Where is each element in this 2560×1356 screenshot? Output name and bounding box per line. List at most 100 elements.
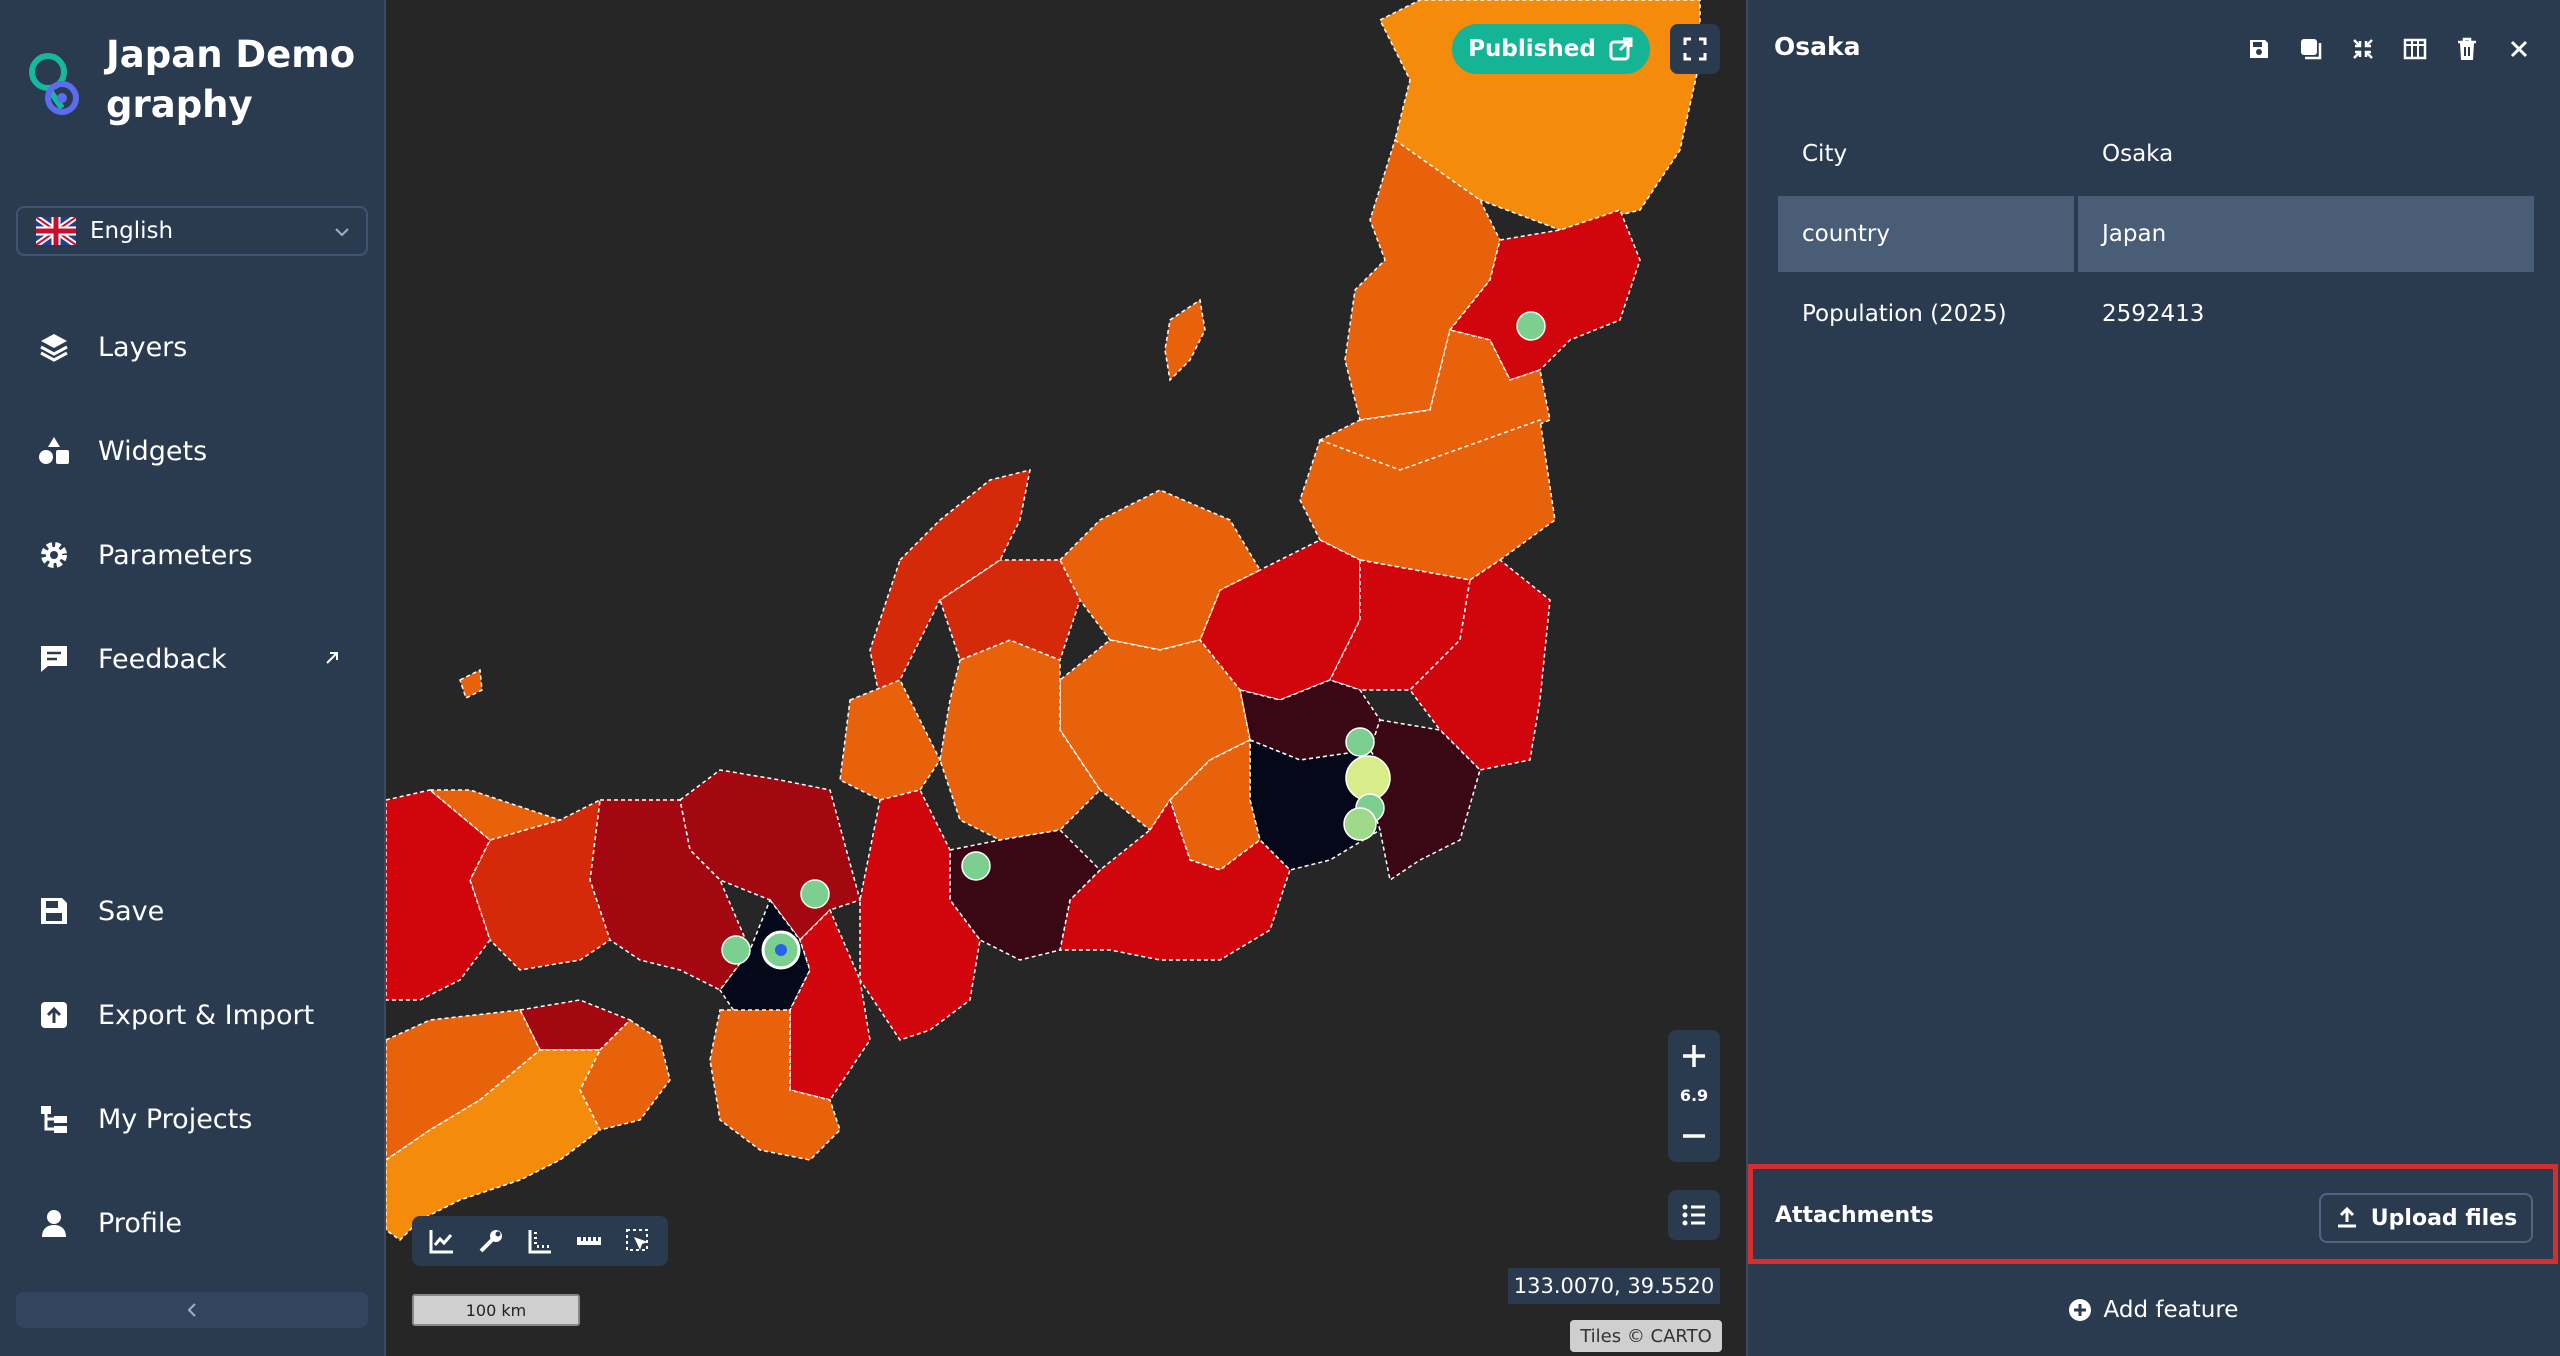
ruler-icon bbox=[576, 1237, 601, 1245]
copy-icon bbox=[2301, 39, 2322, 60]
choropleth-map bbox=[386, 0, 1701, 1241]
panel-actions bbox=[2240, 30, 2538, 68]
collapse-sidebar-button[interactable] bbox=[16, 1292, 368, 1328]
sidebar-item-export-import[interactable]: Export & Import bbox=[36, 990, 314, 1040]
sidebar-item-label: Profile bbox=[98, 1207, 182, 1239]
table-row: country Japan bbox=[1778, 196, 2534, 276]
map-canvas[interactable]: Published 6.9 100 km 133.0070, 39.5520 T… bbox=[386, 0, 1746, 1356]
widgets-icon bbox=[36, 433, 72, 469]
sidebar-item-parameters[interactable]: Parameters bbox=[36, 530, 253, 580]
sidebar-item-save[interactable]: Save bbox=[36, 886, 164, 936]
measure-distance-button[interactable] bbox=[569, 1221, 609, 1261]
upload-files-label: Upload files bbox=[2370, 1205, 2518, 1231]
city-marker-osaka-center bbox=[775, 944, 787, 956]
fullscreen-icon bbox=[1683, 37, 1707, 61]
columns-icon bbox=[2403, 38, 2427, 60]
feature-title: Osaka bbox=[1774, 32, 1861, 61]
uk-flag-icon bbox=[36, 217, 76, 245]
chevron-down-icon bbox=[335, 228, 349, 237]
island-sado bbox=[1164, 298, 1206, 382]
trash-icon bbox=[2458, 37, 2476, 60]
compress-icon bbox=[2353, 39, 2373, 59]
published-label: Published bbox=[1468, 36, 1596, 62]
sidebar-item-profile[interactable]: Profile bbox=[36, 1198, 182, 1248]
external-link-icon bbox=[326, 652, 338, 664]
attribute-value[interactable]: 2592413 bbox=[2078, 276, 2534, 352]
upload-icon bbox=[2337, 1206, 2356, 1228]
collapse-panel-button[interactable] bbox=[2344, 30, 2382, 68]
layers-icon bbox=[36, 329, 72, 365]
duplicate-button[interactable] bbox=[2292, 30, 2330, 68]
add-feature-label: Add feature bbox=[2103, 1297, 2239, 1323]
zoom-out-button[interactable] bbox=[1668, 1116, 1720, 1156]
attribute-key: City bbox=[1802, 141, 1848, 167]
attribute-value[interactable]: Osaka bbox=[2078, 116, 2534, 192]
sidebar-item-label: Feedback bbox=[98, 643, 227, 675]
feature-panel: Osaka City Osaka country Japan Populatio… bbox=[1746, 0, 2560, 1356]
fullscreen-button[interactable] bbox=[1670, 24, 1720, 74]
feedback-icon bbox=[36, 641, 72, 677]
columns-button[interactable] bbox=[2396, 30, 2434, 68]
language-label: English bbox=[90, 218, 174, 244]
app-logo-icon bbox=[28, 50, 84, 118]
attribute-key: Population (2025) bbox=[1802, 301, 2007, 327]
plus-icon bbox=[1683, 1045, 1705, 1067]
region-fukui bbox=[839, 679, 941, 801]
region-shiga-mie bbox=[859, 789, 981, 1041]
map-tools-toolbar bbox=[412, 1216, 668, 1266]
chevron-left-icon bbox=[187, 1303, 196, 1317]
wrench-icon bbox=[479, 1230, 503, 1253]
attachments-label: Attachments bbox=[1775, 1203, 1934, 1228]
delete-feature-button[interactable] bbox=[2448, 30, 2486, 68]
measure-area-icon bbox=[528, 1230, 551, 1254]
sidebar-item-label: Widgets bbox=[98, 435, 208, 467]
attachments-section: Attachments Upload files bbox=[1748, 1164, 2558, 1264]
city-marker-kobe bbox=[721, 935, 751, 965]
projects-icon bbox=[36, 1101, 72, 1137]
sidebar-item-feedback[interactable]: Feedback bbox=[36, 634, 227, 684]
upload-files-button[interactable]: Upload files bbox=[2319, 1193, 2533, 1243]
legend-button[interactable] bbox=[1668, 1190, 1720, 1240]
city-marker-sendai bbox=[1516, 311, 1546, 341]
sidebar-item-label: Layers bbox=[98, 331, 188, 363]
measure-area-button[interactable] bbox=[520, 1221, 560, 1261]
published-button[interactable]: Published bbox=[1452, 24, 1650, 74]
sidebar-item-layers[interactable]: Layers bbox=[36, 322, 187, 372]
sidebar-item-label: Export & Import bbox=[98, 999, 315, 1031]
wrench-tool-button[interactable] bbox=[471, 1221, 511, 1261]
save-icon bbox=[2250, 40, 2268, 58]
attribute-value[interactable]: Japan bbox=[2078, 196, 2534, 272]
city-marker-kyoto bbox=[800, 879, 830, 909]
city-marker-yokohama bbox=[1343, 807, 1377, 841]
region-nara bbox=[789, 908, 871, 1101]
save-icon bbox=[36, 893, 72, 929]
zoom-control: 6.9 bbox=[1668, 1030, 1720, 1162]
app-title: Japan Demography bbox=[106, 33, 356, 126]
zoom-in-button[interactable] bbox=[1668, 1036, 1720, 1076]
sidebar: Japan Demography English Layers Widgets … bbox=[0, 0, 386, 1356]
coordinates-readout: 133.0070, 39.5520 bbox=[1508, 1268, 1720, 1304]
gear-icon bbox=[36, 537, 72, 573]
sidebar-item-my-projects[interactable]: My Projects bbox=[36, 1094, 252, 1144]
close-panel-button[interactable] bbox=[2500, 30, 2538, 68]
add-feature-button[interactable]: Add feature bbox=[1748, 1290, 2558, 1330]
city-marker-saitama bbox=[1345, 727, 1375, 757]
attribute-key: country bbox=[1778, 196, 2074, 272]
sidebar-item-widgets[interactable]: Widgets bbox=[36, 426, 207, 476]
scale-bar: 100 km bbox=[412, 1294, 580, 1326]
plus-circle-icon bbox=[2068, 1299, 2091, 1321]
sidebar-item-label: My Projects bbox=[98, 1103, 253, 1135]
attribute-table: City Osaka country Japan Population (202… bbox=[1778, 116, 2534, 356]
chart-tool-button[interactable] bbox=[422, 1221, 462, 1261]
language-select[interactable]: English bbox=[16, 206, 368, 256]
external-link-icon bbox=[1609, 37, 1633, 61]
chart-icon bbox=[429, 1230, 454, 1254]
minus-icon bbox=[1683, 1134, 1705, 1138]
save-feature-button[interactable] bbox=[2240, 30, 2278, 68]
map-attribution[interactable]: Tiles © CARTO bbox=[1570, 1320, 1722, 1352]
table-row: Population (2025) 2592413 bbox=[1778, 276, 2534, 356]
list-icon bbox=[1682, 1204, 1705, 1226]
close-icon bbox=[2510, 40, 2528, 58]
profile-icon bbox=[36, 1205, 72, 1241]
select-tool-button[interactable] bbox=[618, 1221, 658, 1261]
